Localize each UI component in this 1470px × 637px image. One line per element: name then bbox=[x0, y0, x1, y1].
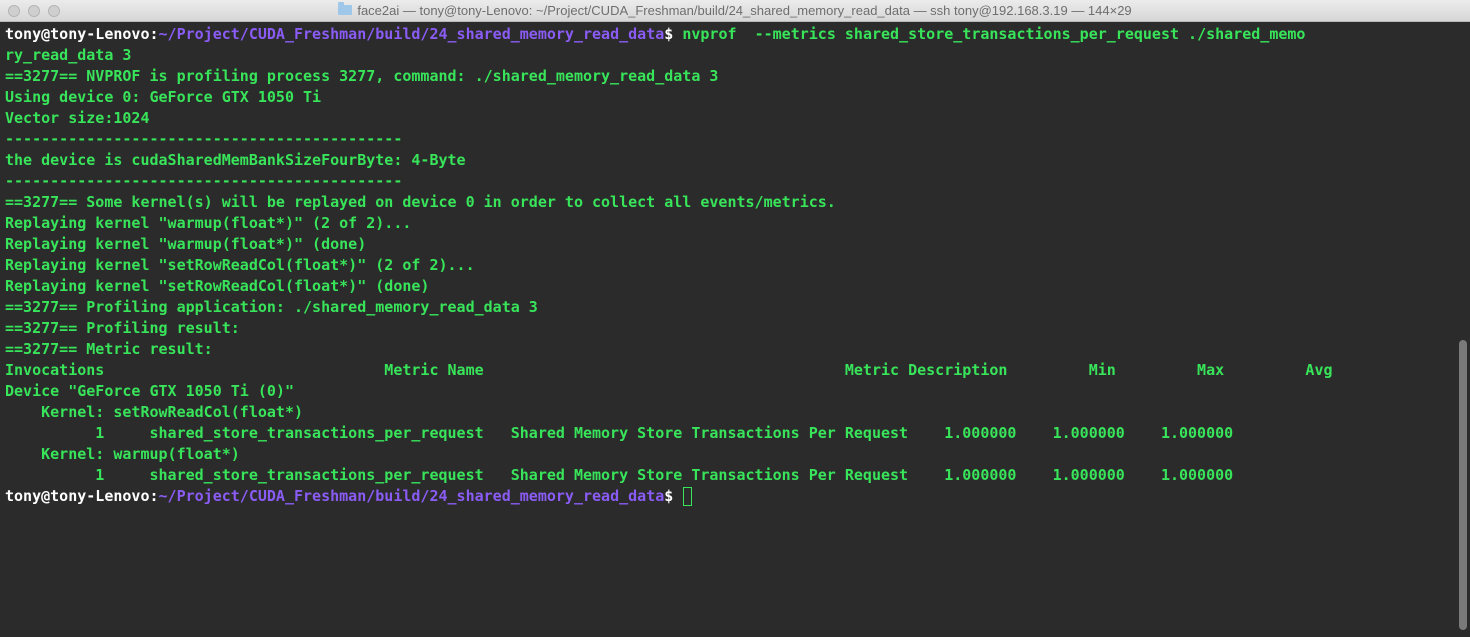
window-title-group: face2ai — tony@tony-Lenovo: ~/Project/CU… bbox=[0, 0, 1470, 22]
output-line: Using device 0: GeForce GTX 1050 Ti bbox=[5, 88, 322, 106]
output-line: Replaying kernel "setRowReadCol(float*)"… bbox=[5, 277, 430, 295]
separator-line: ----------------------------------------… bbox=[5, 130, 403, 148]
prompt-dollar: $ bbox=[664, 25, 683, 43]
output-line: ==3277== Metric result: bbox=[5, 340, 213, 358]
prompt-dollar: $ bbox=[664, 487, 683, 505]
prompt-separator: : bbox=[149, 487, 159, 505]
output-line: Device "GeForce GTX 1050 Ti (0)" bbox=[5, 382, 294, 400]
output-line: ==3277== Profiling result: bbox=[5, 319, 240, 337]
terminal-window: face2ai — tony@tony-Lenovo: ~/Project/CU… bbox=[0, 0, 1470, 637]
prompt-host: tony@tony-Lenovo bbox=[5, 487, 150, 505]
prompt-path: ~/Project/CUDA_Freshman/build/24_shared_… bbox=[158, 487, 665, 505]
text-cursor[interactable] bbox=[683, 487, 693, 506]
output-line: ==3277== Some kernel(s) will be replayed… bbox=[5, 193, 836, 211]
output-line: Replaying kernel "setRowReadCol(float*)"… bbox=[5, 256, 475, 274]
scrollbar-thumb[interactable] bbox=[1459, 340, 1467, 630]
terminal-content[interactable]: tony@tony-Lenovo:~/Project/CUDA_Freshman… bbox=[5, 24, 1445, 634]
output-line: Replaying kernel "warmup(float*)" (2 of … bbox=[5, 214, 412, 232]
prompt-separator: : bbox=[149, 25, 159, 43]
metrics-table-row: 1 shared_store_transactions_per_request … bbox=[5, 466, 1234, 484]
command-text: nvprof --metrics shared_store_transactio… bbox=[682, 25, 1306, 43]
window-title: face2ai — tony@tony-Lenovo: ~/Project/CU… bbox=[357, 3, 1132, 18]
output-line: the device is cudaSharedMemBankSizeFourB… bbox=[5, 151, 466, 169]
output-line: Vector size:1024 bbox=[5, 109, 150, 127]
output-line: ==3277== Profiling application: ./shared… bbox=[5, 298, 538, 316]
output-line: Replaying kernel "warmup(float*)" (done) bbox=[5, 235, 367, 253]
metrics-table-row: 1 shared_store_transactions_per_request … bbox=[5, 424, 1234, 442]
prompt-path: ~/Project/CUDA_Freshman/build/24_shared_… bbox=[158, 25, 665, 43]
output-line: Kernel: warmup(float*) bbox=[5, 445, 240, 463]
active-prompt-line: tony@tony-Lenovo:~/Project/CUDA_Freshman… bbox=[5, 486, 1445, 507]
separator-line: ----------------------------------------… bbox=[5, 172, 403, 190]
prompt-host: tony@tony-Lenovo bbox=[5, 25, 150, 43]
command-wrap-line: ry_read_data 3 bbox=[5, 46, 132, 64]
folder-icon bbox=[338, 2, 353, 15]
vertical-scrollbar[interactable] bbox=[1455, 22, 1470, 637]
title-bar[interactable]: face2ai — tony@tony-Lenovo: ~/Project/CU… bbox=[0, 0, 1470, 22]
output-line: Kernel: setRowReadCol(float*) bbox=[5, 403, 304, 421]
metrics-table-header: Invocations Metric Name Metric Descripti… bbox=[5, 361, 1333, 379]
command-line: tony@tony-Lenovo:~/Project/CUDA_Freshman… bbox=[5, 24, 1445, 45]
output-line: ==3277== NVPROF is profiling process 327… bbox=[5, 67, 719, 85]
